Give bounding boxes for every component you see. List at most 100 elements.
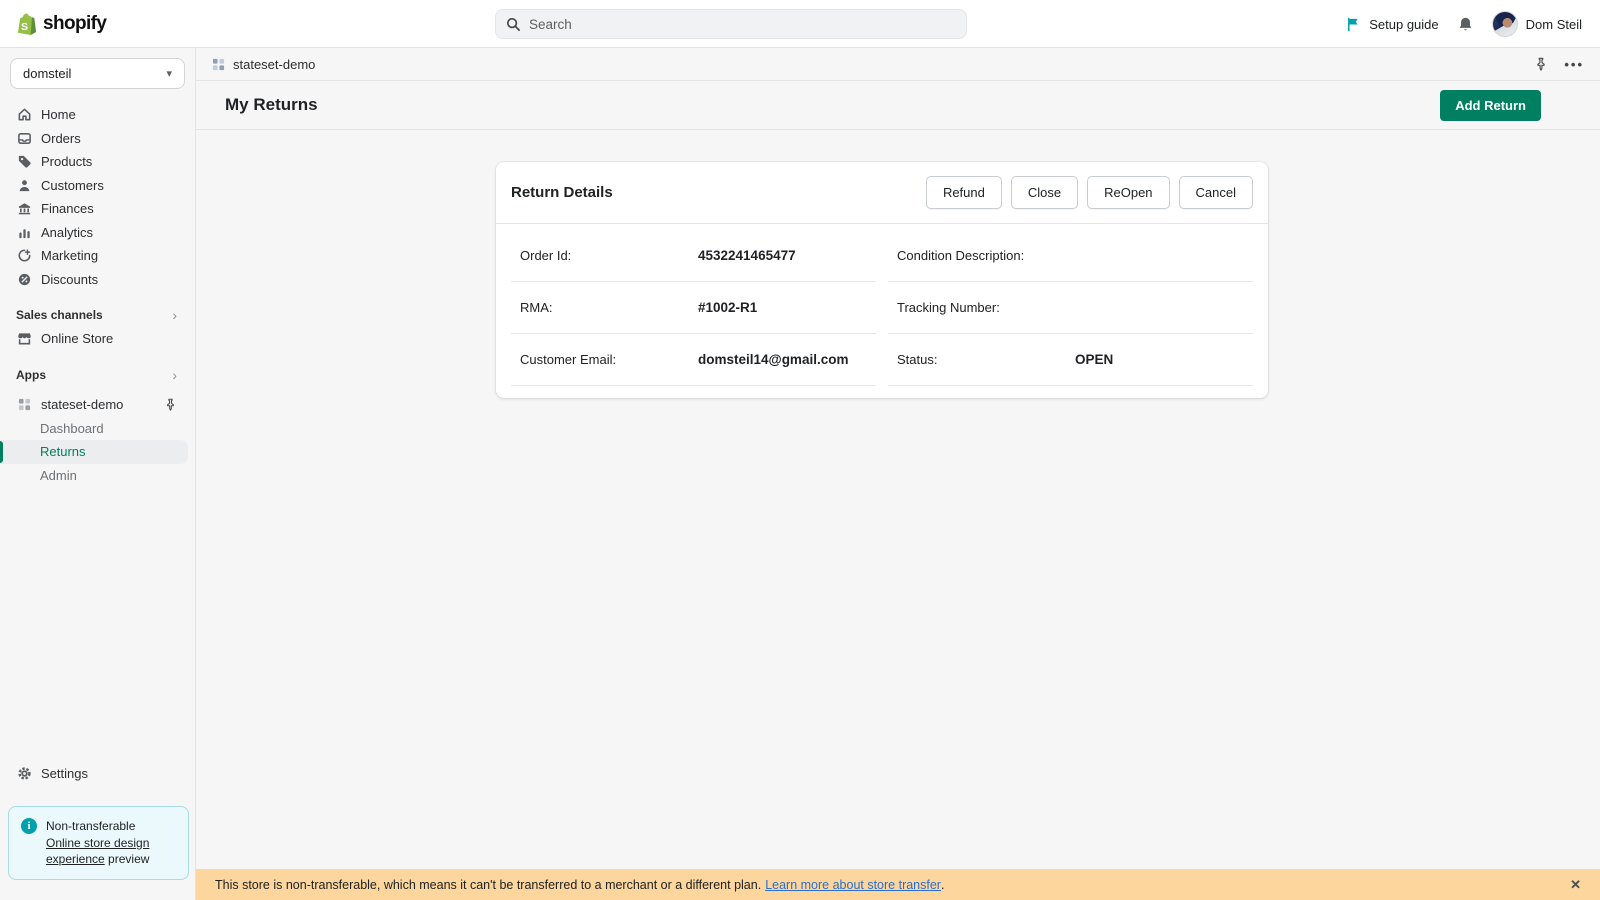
sidebar-subitem-admin[interactable]: Admin (0, 464, 195, 488)
sidebar-item-home[interactable]: Home (0, 103, 195, 127)
field-rma: RMA: #1002-R1 (511, 282, 876, 334)
field-value: #1002-R1 (698, 300, 757, 315)
avatar (1492, 11, 1518, 37)
sidebar-item-customers[interactable]: Customers (0, 174, 195, 198)
page-title: My Returns (225, 95, 318, 115)
chevron-down-icon: ▾ (166, 67, 172, 80)
marketing-icon (16, 248, 32, 264)
user-menu[interactable]: Dom Steil (1492, 11, 1582, 37)
field-order-id: Order Id: 4532241465477 (511, 230, 876, 282)
sidebar-item-label: Finances (41, 201, 94, 216)
sidebar-subitem-returns[interactable]: Returns (0, 440, 188, 464)
pin-icon[interactable] (1534, 57, 1548, 71)
reopen-button[interactable]: ReOpen (1087, 176, 1169, 209)
svg-text:S: S (21, 20, 28, 32)
field-label: Tracking Number: (897, 300, 1075, 315)
sidebar-subitem-dashboard[interactable]: Dashboard (0, 417, 195, 441)
subitem-label: Admin (40, 468, 77, 483)
sidebar-item-label: Online Store (41, 331, 113, 346)
chevron-right-icon: › (172, 307, 177, 323)
cancel-button[interactable]: Cancel (1179, 176, 1253, 209)
banner-text: This store is non-transferable, which me… (215, 878, 761, 892)
banner-period: . (941, 878, 944, 892)
close-icon[interactable]: ✕ (1570, 877, 1581, 893)
notifications-button[interactable] (1457, 16, 1474, 33)
pin-icon[interactable] (164, 398, 177, 411)
gear-icon (16, 765, 32, 781)
sidebar-section-sales-channels[interactable]: Sales channels › (0, 303, 195, 327)
sidebar-item-discounts[interactable]: Discounts (0, 268, 195, 292)
user-name: Dom Steil (1526, 17, 1582, 32)
sidebar-item-stateset-demo[interactable]: stateset-demo (0, 393, 195, 417)
sidebar-item-online-store[interactable]: Online Store (0, 327, 195, 351)
field-value: domsteil14@gmail.com (698, 352, 848, 367)
sidebar-item-label: Orders (41, 131, 81, 146)
sidebar-section-apps[interactable]: Apps › (0, 363, 195, 387)
sidebar-item-settings[interactable]: Settings (0, 761, 187, 785)
setup-guide-button[interactable]: Setup guide (1346, 17, 1438, 32)
field-condition-description: Condition Description: (888, 230, 1253, 282)
products-icon (16, 154, 32, 170)
card-title: Return Details (511, 184, 613, 201)
shopify-wordmark: shopify (43, 13, 106, 35)
discounts-icon (16, 271, 32, 287)
field-label: RMA: (520, 300, 698, 315)
subitem-label: Returns (40, 444, 86, 459)
info-icon: i (21, 818, 37, 834)
top-bar: S shopify Search Setup guide Dom Steil (0, 0, 1600, 48)
field-value: 4532241465477 (698, 248, 796, 263)
shopify-bag-icon: S (14, 12, 37, 37)
breadcrumb[interactable]: stateset-demo (212, 57, 315, 72)
sidebar-item-label: Settings (41, 766, 88, 781)
flag-icon (1346, 17, 1361, 32)
customers-icon (16, 177, 32, 193)
selected-indicator (0, 441, 3, 463)
field-label: Customer Email: (520, 352, 698, 367)
sidebar: domsteil ▾ Home Orders Products Customer… (0, 0, 196, 900)
store-selector[interactable]: domsteil ▾ (10, 58, 185, 89)
more-actions-button[interactable]: ••• (1564, 57, 1584, 72)
analytics-icon (16, 224, 32, 240)
sidebar-item-analytics[interactable]: Analytics (0, 221, 195, 245)
sidebar-item-orders[interactable]: Orders (0, 127, 195, 151)
app-blocks-icon (212, 58, 225, 71)
search-icon (506, 17, 521, 32)
setup-guide-label: Setup guide (1369, 17, 1438, 32)
sidebar-item-label: Discounts (41, 272, 98, 287)
breadcrumb-bar: stateset-demo ••• (196, 48, 1600, 81)
notice-title: Non-transferable (46, 819, 135, 833)
search-placeholder: Search (529, 17, 572, 32)
sidebar-item-label: Products (41, 154, 92, 169)
app-blocks-icon (16, 397, 32, 413)
finances-icon (16, 201, 32, 217)
learn-more-link[interactable]: Learn more about store transfer (765, 878, 941, 892)
add-return-button[interactable]: Add Return (1440, 90, 1541, 121)
refund-button[interactable]: Refund (926, 176, 1002, 209)
search-input[interactable]: Search (495, 9, 967, 39)
sidebar-item-label: Customers (41, 178, 104, 193)
field-label: Status: (897, 352, 1075, 367)
sidebar-item-label: Home (41, 107, 76, 122)
sidebar-item-finances[interactable]: Finances (0, 197, 195, 221)
section-label: Apps (16, 368, 46, 382)
non-transferable-notice: i Non-transferable Online store design e… (8, 806, 189, 880)
subitem-label: Dashboard (40, 421, 104, 436)
home-icon (16, 107, 32, 123)
store-selector-value: domsteil (23, 66, 71, 81)
field-label: Condition Description: (897, 248, 1075, 263)
field-customer-email: Customer Email: domsteil14@gmail.com (511, 334, 876, 386)
sidebar-item-label: Marketing (41, 248, 98, 263)
field-status: Status: OPEN (888, 334, 1253, 386)
app-name-label: stateset-demo (41, 397, 123, 412)
shopify-logo[interactable]: S shopify (14, 0, 106, 48)
field-tracking-number: Tracking Number: (888, 282, 1253, 334)
close-button[interactable]: Close (1011, 176, 1078, 209)
status-value: OPEN (1075, 352, 1113, 367)
sidebar-item-marketing[interactable]: Marketing (0, 244, 195, 268)
sidebar-item-products[interactable]: Products (0, 150, 195, 174)
orders-icon (16, 130, 32, 146)
breadcrumb-label: stateset-demo (233, 57, 315, 72)
notice-suffix: preview (105, 852, 150, 866)
field-label: Order Id: (520, 248, 698, 263)
store-icon (16, 331, 32, 347)
